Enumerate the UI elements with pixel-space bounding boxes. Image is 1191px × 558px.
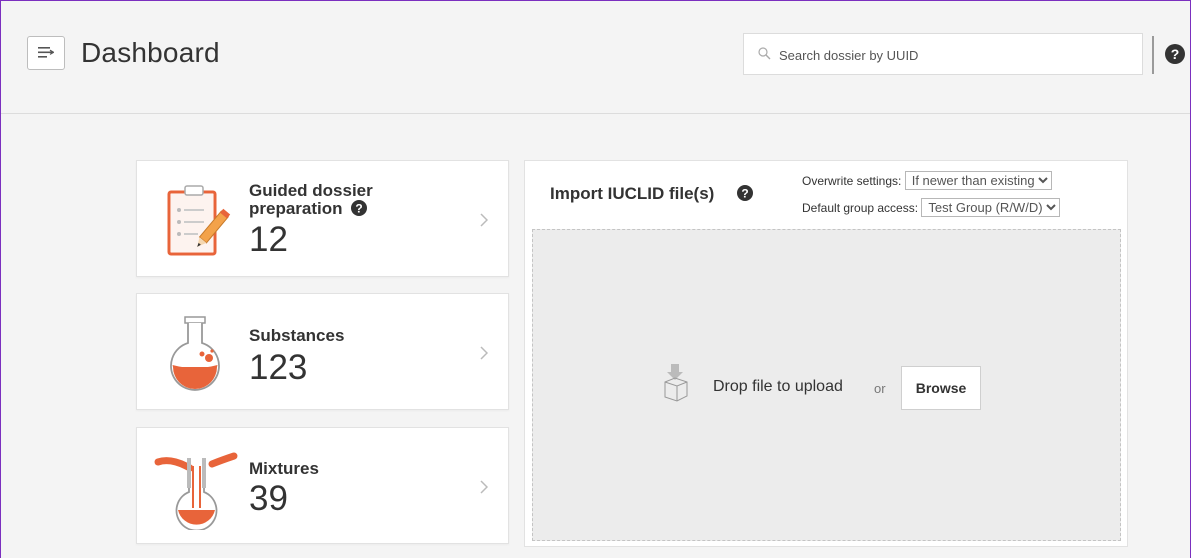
card-label-line1: Guided dossier bbox=[249, 181, 373, 200]
chevron-right-icon bbox=[480, 346, 488, 360]
svg-text:?: ? bbox=[1171, 46, 1180, 62]
search-icon bbox=[758, 47, 771, 60]
svg-text:?: ? bbox=[356, 202, 363, 216]
card-label: Mixtures bbox=[249, 459, 319, 478]
help-icon[interactable]: ? bbox=[1165, 44, 1185, 64]
card-count: 39 bbox=[249, 479, 288, 518]
search-input[interactable] bbox=[777, 34, 1141, 76]
help-icon[interactable]: ? bbox=[351, 200, 368, 216]
browse-button[interactable]: Browse bbox=[901, 366, 981, 410]
group-access-label: Default group access: bbox=[802, 201, 919, 215]
overwrite-label: Overwrite settings: bbox=[802, 174, 902, 188]
menu-toggle-button[interactable] bbox=[27, 36, 65, 70]
card-count: 12 bbox=[249, 220, 288, 259]
or-text: or bbox=[874, 381, 886, 396]
overwrite-setting: Overwrite settings: If newer than existi… bbox=[802, 171, 1052, 190]
header-divider bbox=[1152, 36, 1154, 74]
overwrite-select[interactable]: If newer than existing bbox=[904, 171, 1052, 190]
file-dropzone[interactable]: Drop file to upload or Browse bbox=[532, 229, 1121, 541]
drop-text: Drop file to upload bbox=[713, 378, 843, 395]
card-label: Substances bbox=[249, 326, 345, 345]
upload-box-icon bbox=[664, 364, 688, 402]
group-access-setting: Default group access: Test Group (R/W/D) bbox=[802, 198, 1061, 217]
clipboard-pencil-icon bbox=[167, 185, 231, 256]
svg-text:?: ? bbox=[741, 187, 748, 201]
group-access-select[interactable]: Test Group (R/W/D) bbox=[921, 198, 1061, 217]
mixtures-card[interactable]: Mixtures 39 bbox=[136, 427, 509, 544]
help-icon[interactable]: ? bbox=[737, 185, 753, 201]
card-count: 123 bbox=[249, 348, 308, 387]
hamburger-icon bbox=[38, 47, 54, 58]
flask-icon bbox=[170, 316, 220, 391]
pouring-flasks-icon bbox=[154, 452, 238, 530]
search-box[interactable] bbox=[743, 33, 1143, 76]
substances-card[interactable]: Substances 123 bbox=[136, 293, 509, 410]
guided-dossier-card[interactable]: Guided dossier preparation ? 12 bbox=[136, 160, 509, 277]
chevron-right-icon bbox=[480, 213, 488, 227]
card-label: Guided dossier preparation ? bbox=[249, 182, 373, 218]
page-title: Dashboard bbox=[81, 37, 220, 68]
import-title: Import IUCLID file(s) bbox=[550, 184, 715, 203]
chevron-right-icon bbox=[480, 480, 488, 494]
top-header: Dashboard ? bbox=[1, 1, 1190, 114]
card-label-line2: preparation bbox=[249, 199, 343, 218]
import-panel: Import IUCLID file(s) ? Overwrite settin… bbox=[524, 160, 1128, 547]
